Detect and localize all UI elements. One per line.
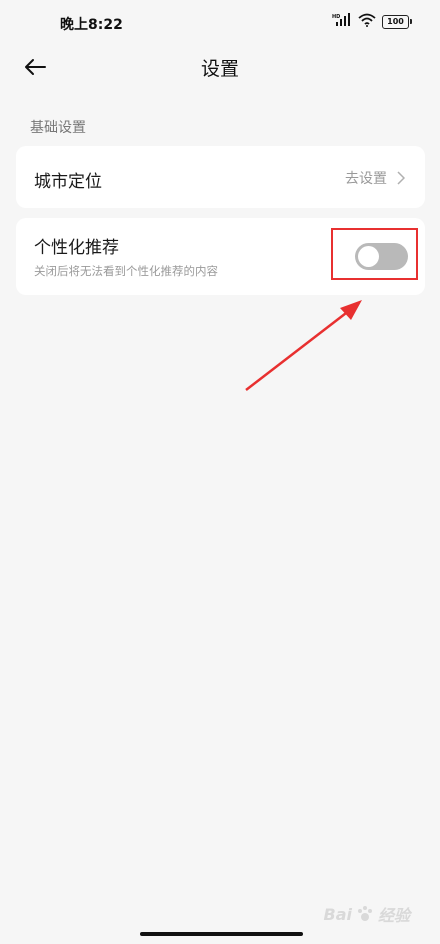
watermark: Bai 经验: [324, 902, 411, 926]
home-indicator[interactable]: [140, 932, 303, 936]
annotation-arrow-icon: [245, 300, 362, 391]
watermark-brand: Bai: [323, 904, 352, 924]
paw-logo-icon: [357, 906, 372, 921]
watermark-suffix: 经验: [377, 906, 410, 925]
